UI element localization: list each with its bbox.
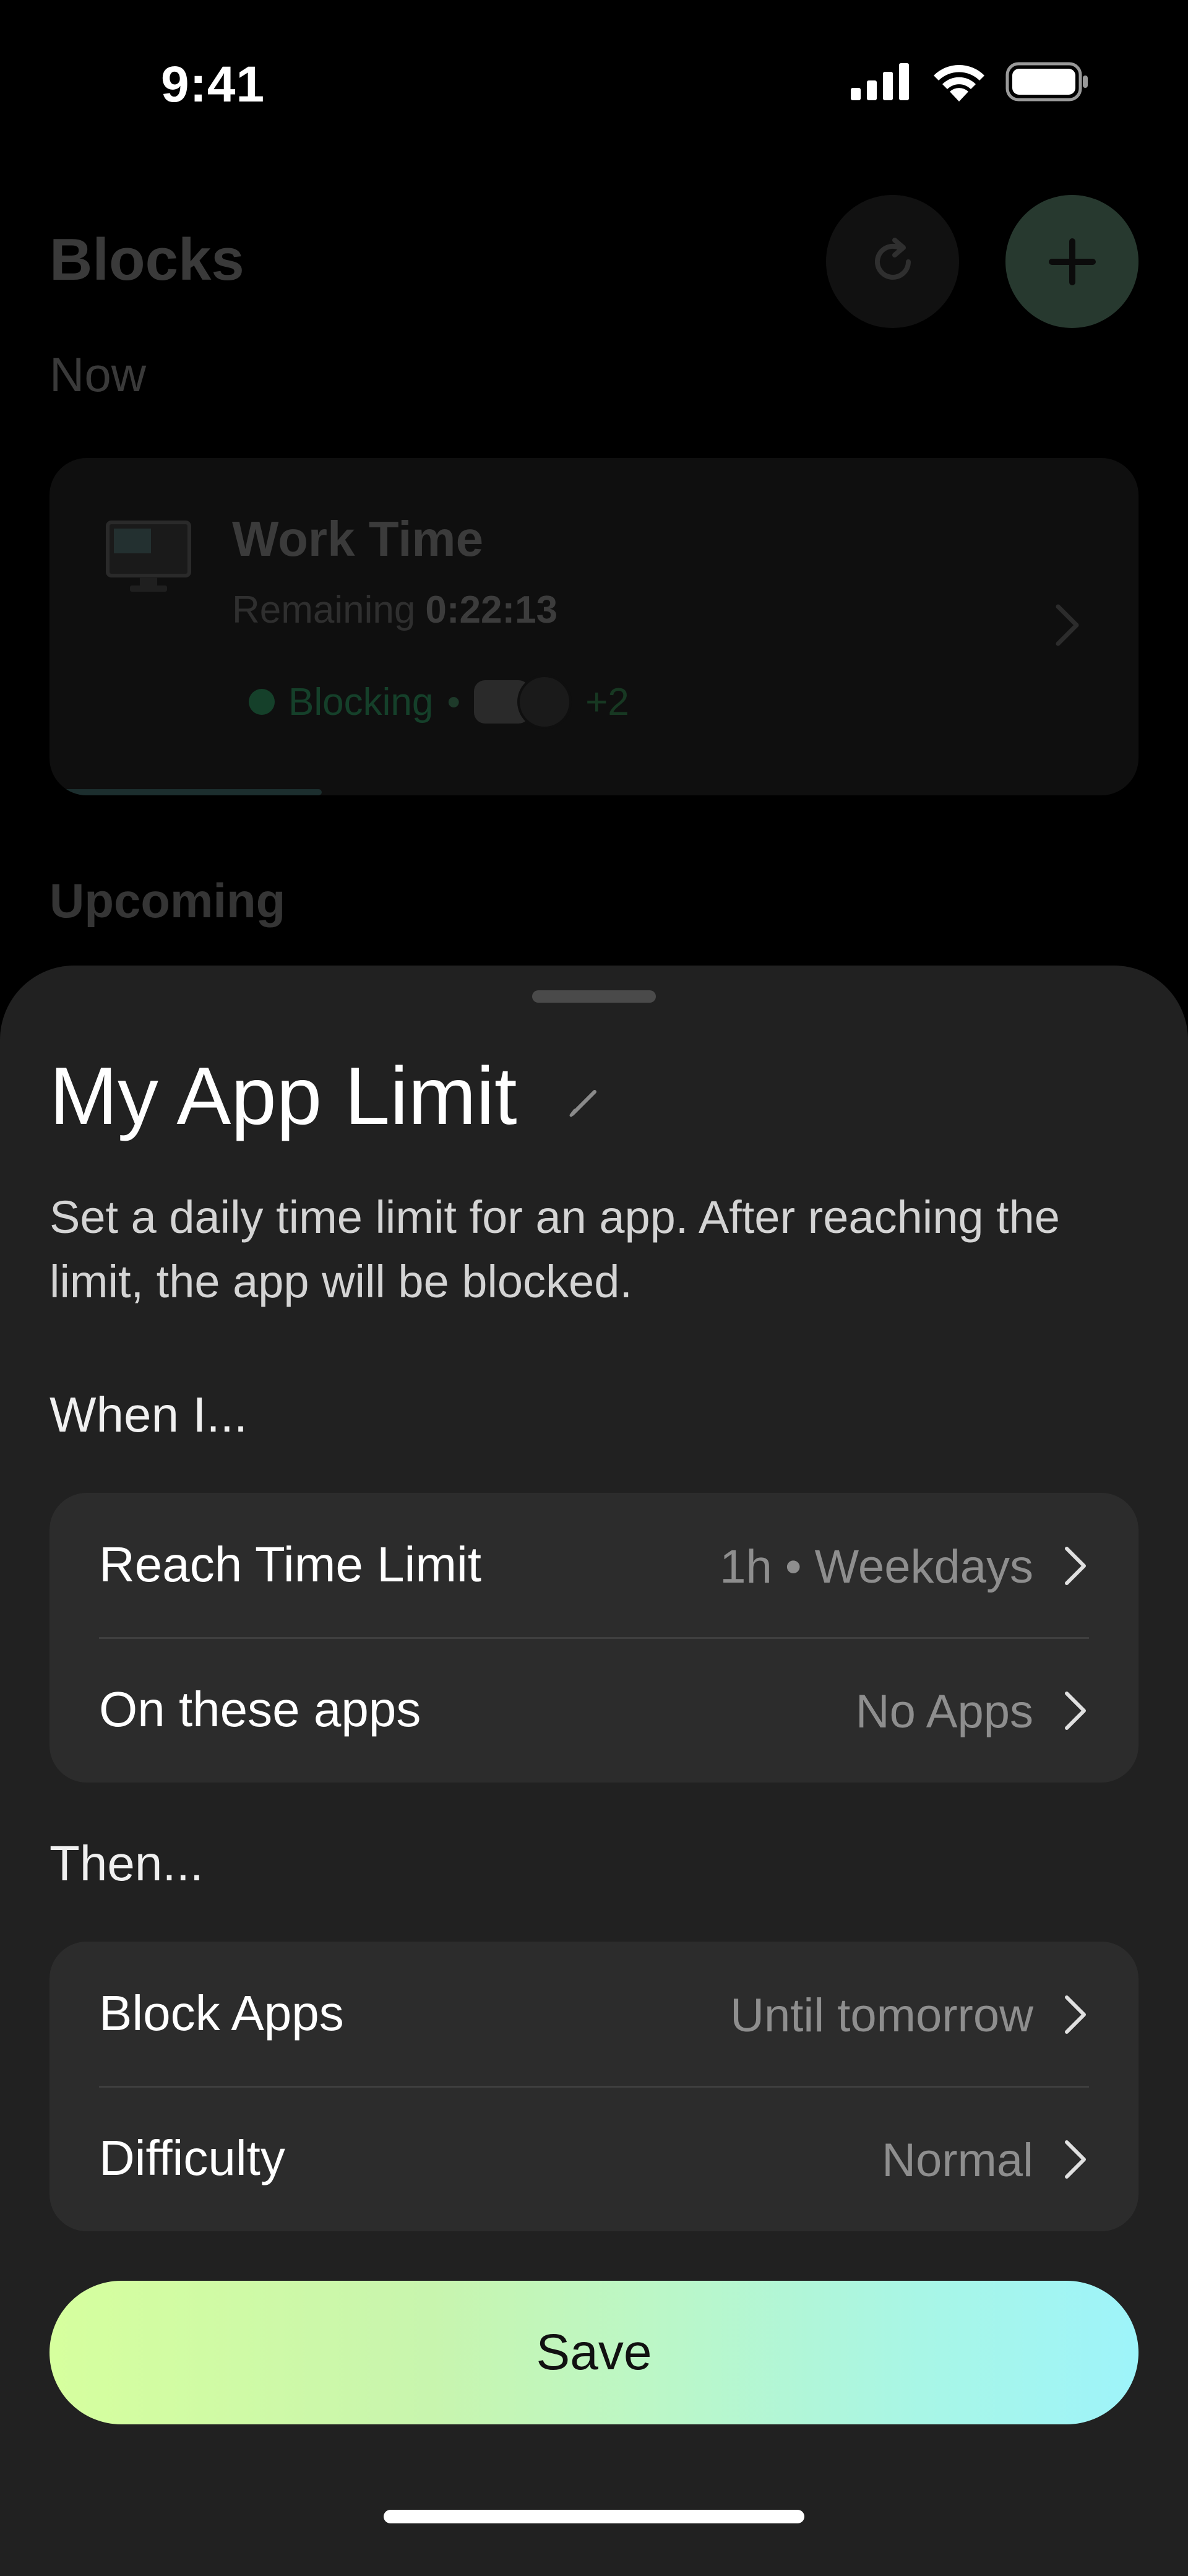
app-limit-sheet: My App Limit Set a daily time limit for … — [0, 966, 1188, 2576]
sheet-grabber[interactable] — [532, 990, 656, 1003]
page-title: Blocks — [50, 227, 244, 293]
row-label: Reach Time Limit — [99, 1537, 481, 1592]
chevron-right-icon — [1065, 2140, 1086, 2179]
row-label: On these apps — [99, 1682, 421, 1737]
refresh-icon — [874, 237, 911, 280]
block-card[interactable]: Work Time Remaining 0:22:13 Blocking • +2 — [50, 458, 1138, 795]
status-dot — [249, 689, 275, 715]
row-label: Block Apps — [99, 1986, 344, 2041]
home-indicator — [384, 2510, 804, 2523]
add-button[interactable] — [1005, 195, 1138, 328]
chevron-right-icon — [1065, 1547, 1086, 1585]
row-value: Normal — [882, 2134, 1033, 2187]
then-group: Block Apps Until tomorrow Difficulty Nor… — [50, 1942, 1138, 2231]
difficulty-row[interactable]: Difficulty Normal — [50, 2086, 1138, 2231]
row-value: Until tomorrow — [730, 1989, 1033, 2042]
app-icon — [517, 675, 572, 729]
block-apps-row[interactable]: Block Apps Until tomorrow — [50, 1942, 1138, 2088]
card-remaining: Remaining 0:22:13 — [232, 588, 557, 632]
row-value: No Apps — [855, 1685, 1033, 1738]
chevron-right-icon — [1056, 604, 1079, 646]
time-progress-bar — [50, 789, 322, 795]
sheet-description: Set a daily time limit for an app. After… — [50, 1191, 1060, 1307]
card-title: Work Time — [232, 511, 484, 566]
when-label: When I... — [50, 1387, 248, 1442]
chevron-right-icon — [1065, 1995, 1086, 2034]
sheet-title: My App Limit — [50, 1050, 517, 1141]
block-status: Blocking • +2 — [249, 675, 629, 729]
section-now-label: Now — [50, 347, 147, 402]
row-label: Difficulty — [99, 2130, 285, 2185]
status-text: Blocking — [288, 680, 434, 724]
refresh-button[interactable] — [826, 195, 959, 328]
remaining-value: 0:22:13 — [425, 589, 558, 631]
on-these-apps-row[interactable]: On these apps No Apps — [50, 1638, 1138, 1783]
monitor-icon — [106, 521, 191, 592]
save-button[interactable]: Save — [50, 2281, 1138, 2424]
edit-pencil-icon[interactable] — [566, 1083, 603, 1120]
separator-dot: • — [447, 680, 461, 724]
app-thumbnails — [474, 675, 572, 729]
when-group: Reach Time Limit 1h • Weekdays On these … — [50, 1493, 1138, 1783]
plus-icon — [1048, 238, 1096, 285]
row-value: 1h • Weekdays — [720, 1541, 1033, 1593]
extra-apps-count: +2 — [585, 680, 629, 724]
remaining-label: Remaining — [232, 589, 416, 631]
section-upcoming-label: Upcoming — [50, 873, 286, 928]
background-screen: Blocks Now Work Time Remaining 0:22:13 Bl… — [0, 0, 1188, 990]
chevron-right-icon — [1065, 1692, 1086, 1730]
then-label: Then... — [50, 1836, 204, 1891]
reach-time-limit-row[interactable]: Reach Time Limit 1h • Weekdays — [50, 1493, 1138, 1639]
